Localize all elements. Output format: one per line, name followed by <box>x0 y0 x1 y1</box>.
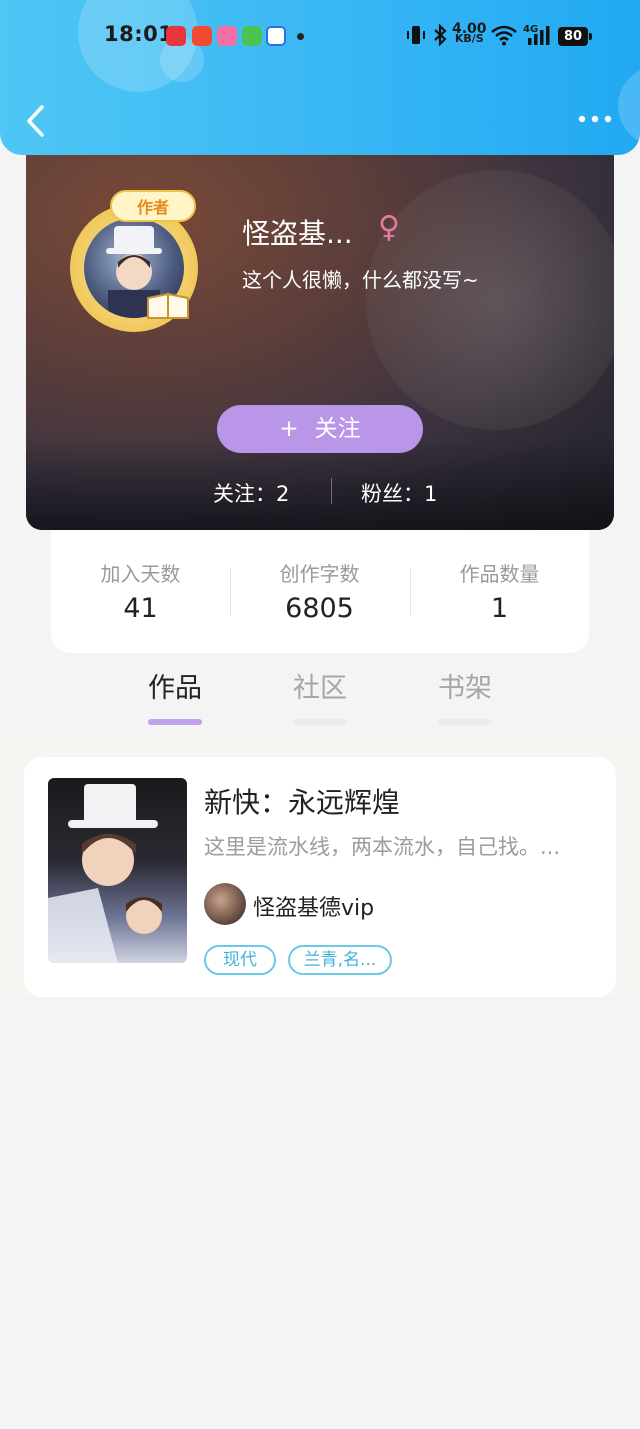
work-author-avatar <box>204 883 246 925</box>
notification-dot <box>297 33 304 40</box>
xiaohongshu-icon <box>166 26 186 46</box>
following-count[interactable]: 关注：2 <box>213 478 289 508</box>
stat-value: 1 <box>490 593 509 624</box>
stat-word-count: 创作字数 6805 <box>230 558 409 624</box>
wifi-icon <box>491 25 517 46</box>
more-options-icon[interactable] <box>578 112 612 126</box>
work-title[interactable]: 新快：永远辉煌 <box>204 781 400 821</box>
user-name: 怪盗基... <box>242 217 353 250</box>
tab-label: 书架 <box>438 673 492 704</box>
tab-indicator <box>293 719 347 725</box>
status-bar: 18:01 4.00 KB/S 4G 80 <box>0 0 640 70</box>
tab-works[interactable]: 作品 <box>120 666 230 725</box>
work-card[interactable]: 新快：永远辉煌 这里是流水线，两本流水，自己找。... 怪盗基德vip 现代 兰… <box>24 757 616 997</box>
follow-button[interactable]: + 关注 <box>217 405 423 453</box>
bluetooth-icon <box>434 24 447 46</box>
decorative-bubble <box>618 66 640 146</box>
status-time: 18:01 <box>104 22 174 46</box>
message-app-icon <box>242 26 262 46</box>
female-icon: ♀ <box>378 210 400 245</box>
vibrate-icon <box>407 26 425 44</box>
work-author-name: 怪盗基德vip <box>253 896 375 921</box>
tab-community[interactable]: 社区 <box>265 666 375 725</box>
stat-label: 创作字数 <box>279 562 360 586</box>
follow-stats: 关注：2 粉丝：1 <box>26 476 614 506</box>
stat-work-count: 作品数量 1 <box>410 558 589 624</box>
tab-indicator <box>148 719 202 725</box>
top-header: 18:01 4.00 KB/S 4G 80 <box>0 0 640 155</box>
baidu-icon <box>266 26 286 46</box>
follow-label: 关注 <box>314 416 361 442</box>
divider <box>331 478 332 504</box>
net-speed-unit: KB/S <box>454 32 484 45</box>
tab-label: 作品 <box>148 673 202 704</box>
fans-count[interactable]: 粉丝：1 <box>361 478 437 508</box>
taobao-icon <box>192 26 212 46</box>
author-stats-card: 加入天数 41 创作字数 6805 作品数量 1 <box>51 530 589 653</box>
stat-value: 41 <box>123 593 158 624</box>
stat-label: 作品数量 <box>459 562 540 586</box>
stat-label: 加入天数 <box>100 562 181 586</box>
profile-tabs: 作品 社区 书架 <box>0 660 640 730</box>
signal-icon <box>528 26 550 45</box>
author-badge: 作者 <box>110 190 196 222</box>
back-arrow-icon[interactable] <box>24 104 46 138</box>
stat-join-days: 加入天数 41 <box>51 558 230 624</box>
battery-indicator: 80 <box>558 27 592 46</box>
work-tag[interactable]: 兰青,名... <box>288 945 392 975</box>
tab-indicator <box>438 719 492 725</box>
user-bio: 这个人很懒，什么都没写~ <box>242 268 479 292</box>
profile-hero: 作者 怪盗基... ♀ 这个人很懒，什么都没写~ + 关注 关注：2 粉丝：1 <box>26 140 614 530</box>
book-icon <box>147 292 189 319</box>
work-cover-image[interactable] <box>48 778 187 963</box>
work-tag[interactable]: 现代 <box>204 945 276 975</box>
net-speed: 4.00 KB/S <box>452 22 487 45</box>
tab-bookshelf[interactable]: 书架 <box>410 666 520 725</box>
work-description: 这里是流水线，两本流水，自己找。... <box>204 835 561 859</box>
tab-label: 社区 <box>293 673 347 704</box>
plus-icon: + <box>279 416 299 442</box>
stat-value: 6805 <box>285 593 354 624</box>
camera-app-icon <box>217 26 237 46</box>
